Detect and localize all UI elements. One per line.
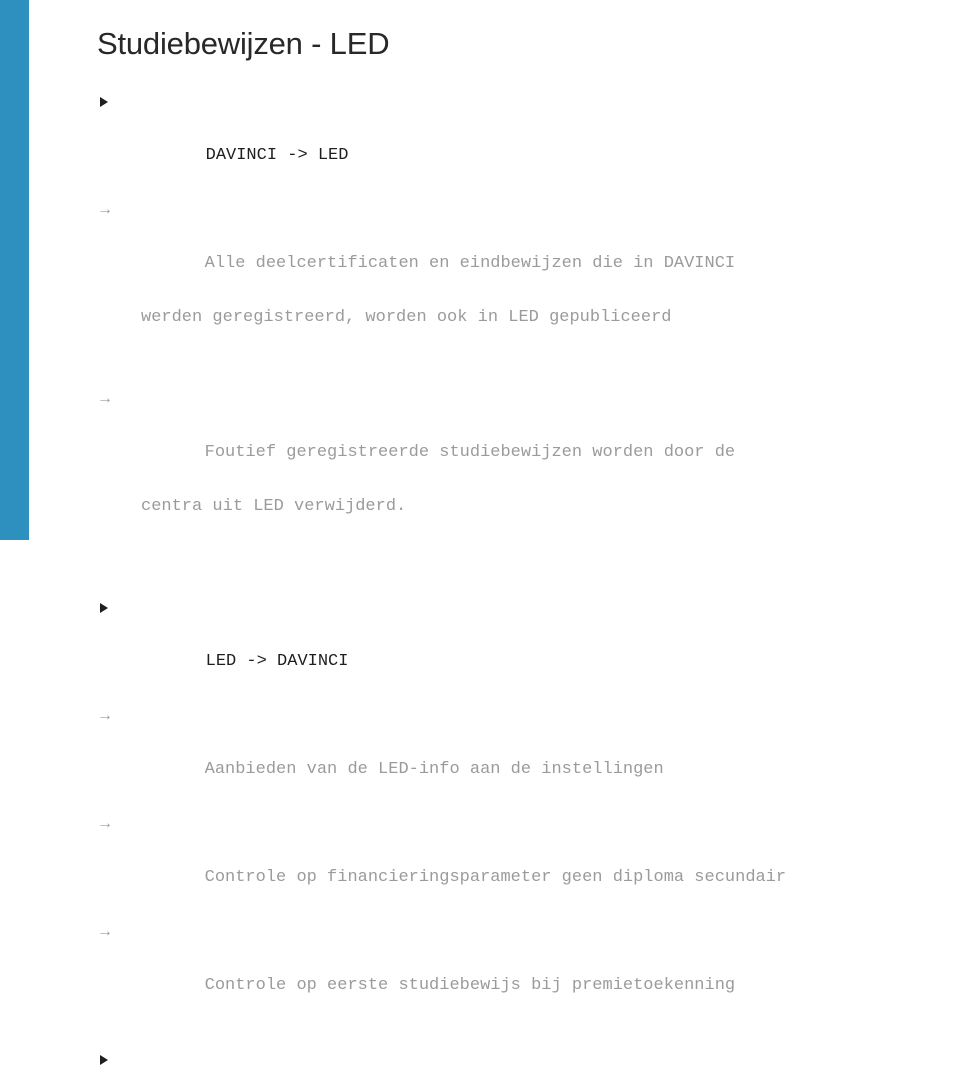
content-group: LED-afnemers (onder anderen) → VDAB: mat… xyxy=(97,1046,955,1080)
sub-bullet-label-cont: centra uit LED verwijderd. xyxy=(141,497,407,516)
sub-bullet-label: Controle op eerste studiebewijs bij prem… xyxy=(204,976,736,995)
page-title: Studiebewijzen - LED xyxy=(97,26,390,61)
arrow-right-icon: → xyxy=(97,201,113,218)
arrow-right-icon: → xyxy=(97,707,113,724)
bullet-heading-label: LED -> DAVINCI xyxy=(205,652,349,671)
accent-bar xyxy=(0,0,29,540)
sub-bullet-label: Alle deelcertificaten en eindbewijzen di… xyxy=(204,254,736,273)
bullet-heading: LED-afnemers (onder anderen) xyxy=(97,1046,955,1080)
slide: Studiebewijzen - LED DAVINCI -> LED → Al… xyxy=(0,0,960,1065)
bullet-heading: LED -> DAVINCI xyxy=(97,594,955,702)
arrow-right-icon: → xyxy=(97,390,113,407)
bullet-heading-label: DAVINCI -> LED xyxy=(205,146,349,165)
sub-bullet: → Aanbieden van de LED-info aan de inste… xyxy=(97,702,955,810)
sub-bullet: → Controle op financieringsparameter gee… xyxy=(97,810,955,918)
arrow-right-icon: → xyxy=(97,815,113,832)
content-group: LED -> DAVINCI → Aanbieden van de LED-in… xyxy=(97,594,955,1026)
sub-bullet-label: Aanbieden van de LED-info aan de instell… xyxy=(204,760,664,779)
sub-bullet-label: Foutief geregistreerde studiebewijzen wo… xyxy=(204,443,736,462)
content-group: DAVINCI -> LED → Alle deelcertificaten e… xyxy=(97,88,955,574)
sub-bullet: → Controle op eerste studiebewijs bij pr… xyxy=(97,918,955,1026)
sub-bullet: → Foutief geregistreerde studiebewijzen … xyxy=(97,385,955,574)
triangle-right-icon xyxy=(100,1055,108,1065)
arrow-right-icon: → xyxy=(97,923,113,940)
sub-bullet: → Alle deelcertificaten en eindbewijzen … xyxy=(97,196,955,385)
triangle-right-icon xyxy=(100,603,108,613)
sub-bullet-label: Controle op financieringsparameter geen … xyxy=(204,868,787,887)
slide-body: DAVINCI -> LED → Alle deelcertificaten e… xyxy=(97,88,955,1080)
bullet-heading: DAVINCI -> LED xyxy=(97,88,955,196)
sub-bullet-label-cont: werden geregistreerd, worden ook in LED … xyxy=(141,308,672,327)
triangle-right-icon xyxy=(100,97,108,107)
